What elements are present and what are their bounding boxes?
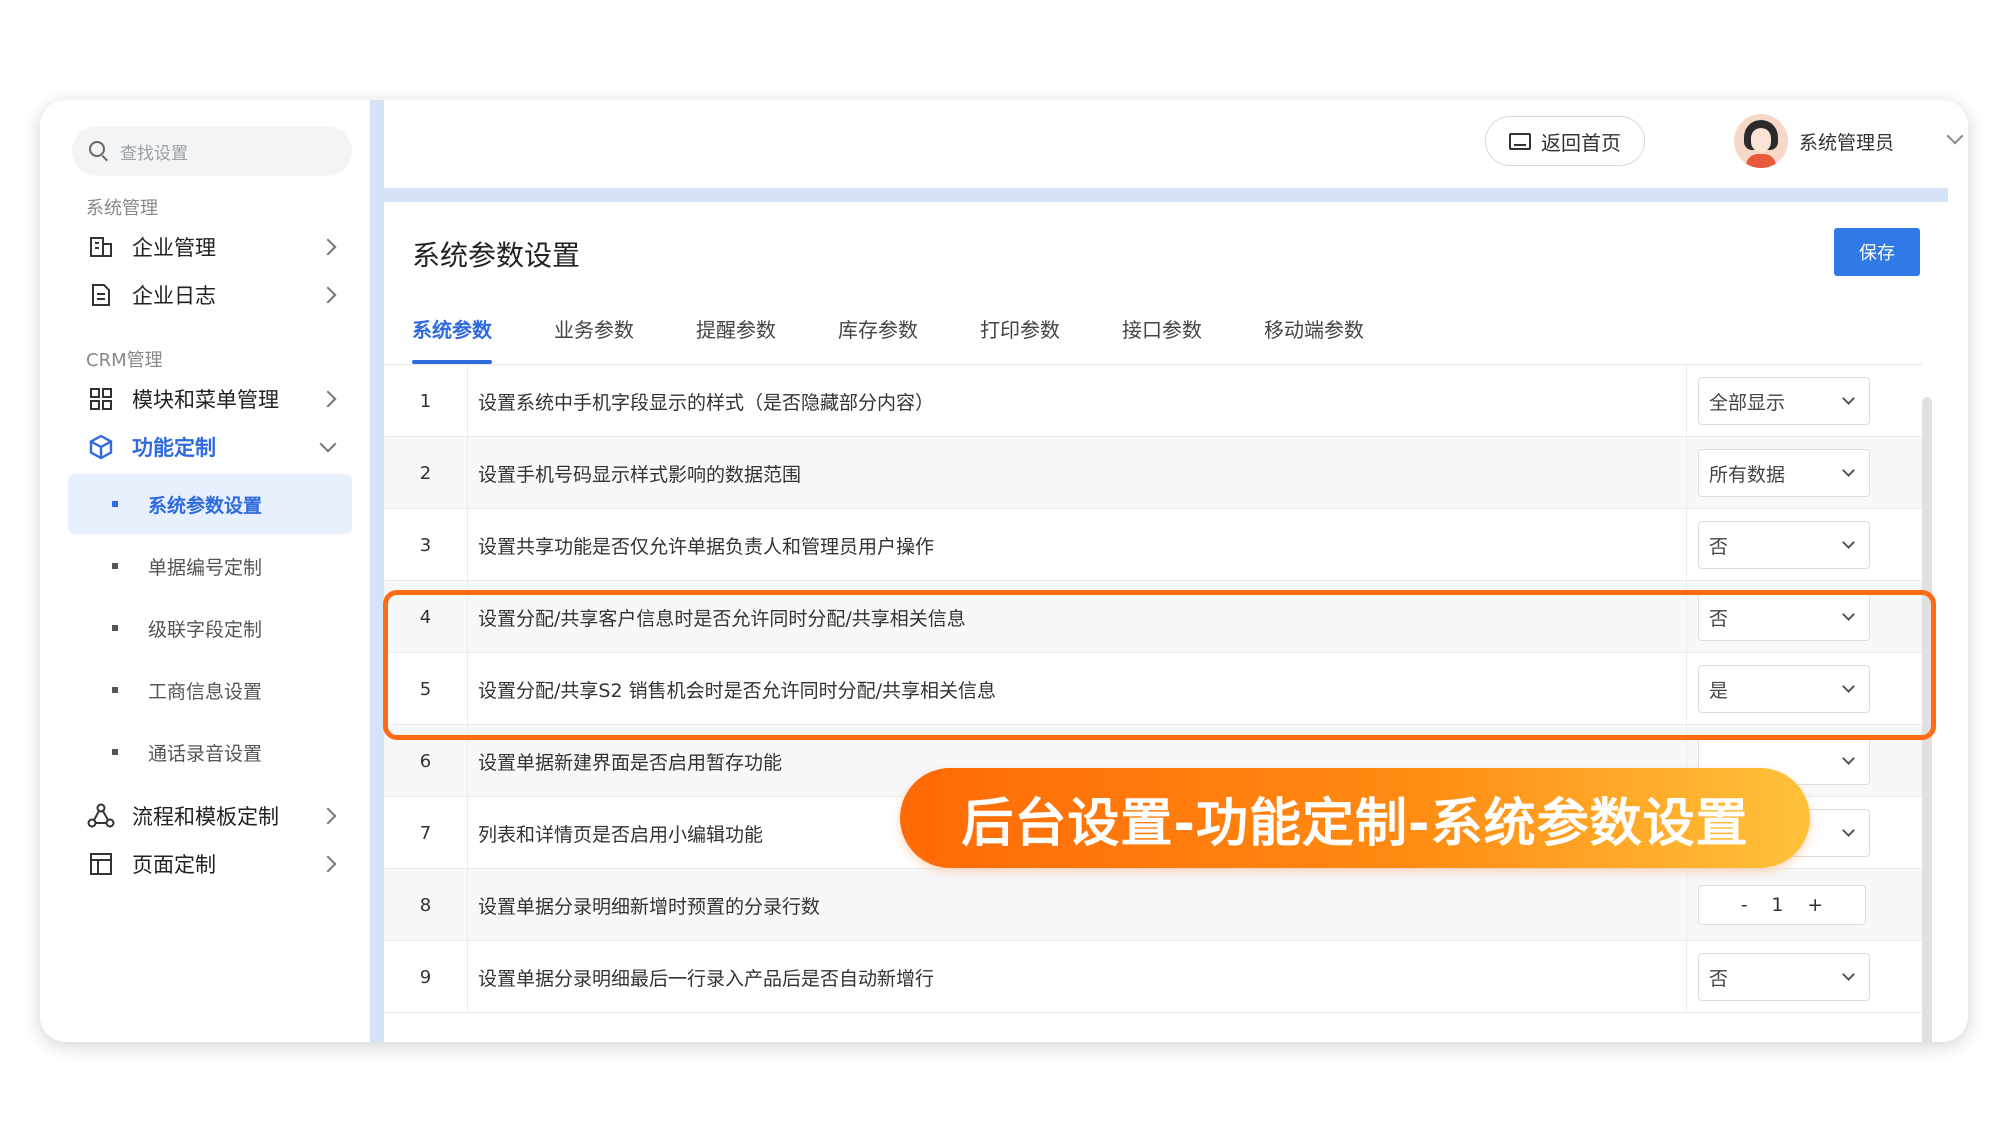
chevron-right-icon — [319, 807, 337, 825]
sidebar-divider — [370, 100, 384, 1042]
sidebar-subitem-doc-number[interactable]: 单据编号定制 — [68, 536, 352, 596]
param-select[interactable]: 否 — [1698, 521, 1870, 569]
chevron-right-icon — [319, 390, 337, 408]
document-icon — [86, 280, 116, 310]
search-placeholder: 查找设置 — [120, 143, 188, 164]
sidebar-subitem-business-info[interactable]: 工商信息设置 — [68, 660, 352, 720]
cube-icon — [86, 432, 116, 462]
chevron-down-icon — [319, 435, 337, 453]
sidebar-subitem-label: 工商信息设置 — [148, 680, 263, 703]
search-icon — [88, 140, 110, 162]
grid-icon — [86, 384, 116, 414]
sidebar-subitem-label: 通话录音设置 — [148, 742, 263, 765]
row-description: 设置手机号码显示样式影响的数据范围 — [478, 463, 802, 486]
caption-banner: 后台设置-功能定制-系统参数设置 — [900, 768, 1810, 868]
bullet-icon — [112, 563, 118, 569]
quantity-stepper[interactable]: - 1 + — [1698, 885, 1866, 925]
sidebar-item-flow-template[interactable]: 流程和模板定制 — [86, 794, 342, 838]
stepper-minus-button[interactable]: - — [1741, 894, 1748, 916]
row-number: 9 — [384, 941, 468, 1013]
save-button[interactable]: 保存 — [1834, 228, 1920, 276]
sidebar-item-page-custom[interactable]: 页面定制 — [86, 842, 342, 886]
chevron-down-icon — [1842, 824, 1855, 837]
sidebar-item-enterprise[interactable]: 企业管理 — [86, 225, 342, 269]
chevron-down-icon — [1842, 968, 1855, 981]
bullet-icon — [112, 501, 118, 507]
sidebar-item-label: 企业日志 — [132, 284, 216, 308]
flow-icon — [86, 801, 116, 831]
sidebar-subitem-label: 系统参数设置 — [148, 494, 263, 517]
stepper-plus-button[interactable]: + — [1807, 894, 1823, 916]
bullet-icon — [112, 749, 118, 755]
row-description: 设置系统中手机字段显示的样式（是否隐藏部分内容） — [478, 391, 935, 414]
tab-reminder-params[interactable]: 提醒参数 — [696, 310, 776, 364]
tab-bar: 系统参数 业务参数 提醒参数 库存参数 打印参数 接口参数 移动端参数 — [412, 310, 1426, 364]
table-row: 3 设置共享功能是否仅允许单据负责人和管理员用户操作 否 — [384, 509, 1924, 581]
back-home-label: 返回首页 — [1541, 130, 1621, 155]
sidebar-item-label: 页面定制 — [132, 853, 216, 877]
search-input[interactable]: 查找设置 — [72, 126, 352, 176]
tab-mobile-params[interactable]: 移动端参数 — [1264, 310, 1364, 364]
chevron-down-icon — [1842, 536, 1855, 549]
avatar[interactable] — [1734, 114, 1788, 168]
row-number: 2 — [384, 437, 468, 509]
row-description: 设置单据分录明细新增时预置的分录行数 — [478, 895, 821, 918]
chevron-down-icon — [1842, 392, 1855, 405]
row-number: 1 — [384, 365, 468, 437]
sidebar-item-modules-menu[interactable]: 模块和菜单管理 — [86, 377, 342, 421]
row-number: 3 — [384, 509, 468, 581]
tab-interface-params[interactable]: 接口参数 — [1122, 310, 1202, 364]
row-description: 设置共享功能是否仅允许单据负责人和管理员用户操作 — [478, 535, 935, 558]
chevron-right-icon — [319, 286, 337, 304]
param-select[interactable]: 所有数据 — [1698, 449, 1870, 497]
sidebar-item-feature-custom[interactable]: 功能定制 — [86, 425, 342, 469]
table-row: 9 设置单据分录明细最后一行录入产品后是否自动新增行 否 — [384, 941, 1924, 1013]
row-description: 列表和详情页是否启用小编辑功能 — [478, 823, 764, 846]
header-separator — [384, 188, 1948, 202]
sidebar-item-label: 企业管理 — [132, 236, 216, 260]
table-row: 2 设置手机号码显示样式影响的数据范围 所有数据 — [384, 437, 1924, 509]
sidebar-item-enterprise-log[interactable]: 企业日志 — [86, 273, 342, 317]
sidebar-subitem-system-params[interactable]: 系统参数设置 — [68, 474, 352, 534]
group-label-crm: CRM管理 — [86, 350, 163, 371]
row-description: 设置单据分录明细最后一行录入产品后是否自动新增行 — [478, 967, 935, 990]
page-title: 系统参数设置 — [412, 239, 581, 272]
bullet-icon — [112, 625, 118, 631]
table-row: 1 设置系统中手机字段显示的样式（是否隐藏部分内容） 全部显示 — [384, 365, 1924, 437]
highlight-frame — [383, 590, 1936, 740]
table-row: 8 设置单据分录明细新增时预置的分录行数 - 1 + — [384, 869, 1924, 941]
sidebar-subitem-label: 单据编号定制 — [148, 556, 263, 579]
sidebar-item-label: 模块和菜单管理 — [132, 388, 279, 412]
row-number: 7 — [384, 797, 468, 869]
top-header: 返回首页 系统管理员 — [384, 100, 1964, 188]
sidebar: 查找设置 系统管理 企业管理 企业日志 CRM管理 模块和菜单管理 功能定制 系… — [40, 100, 370, 1042]
bullet-icon — [112, 687, 118, 693]
param-select[interactable]: 全部显示 — [1698, 377, 1870, 425]
chevron-down-icon[interactable] — [1946, 127, 1964, 145]
chevron-right-icon — [319, 855, 337, 873]
tab-business-params[interactable]: 业务参数 — [554, 310, 634, 364]
tab-inventory-params[interactable]: 库存参数 — [838, 310, 918, 364]
building-icon — [86, 232, 116, 262]
row-number: 8 — [384, 869, 468, 941]
sidebar-item-label: 功能定制 — [132, 436, 216, 460]
param-select[interactable]: 否 — [1698, 953, 1870, 1001]
chevron-down-icon — [1842, 464, 1855, 477]
stepper-value[interactable]: 1 — [1771, 894, 1783, 916]
tab-system-params[interactable]: 系统参数 — [412, 310, 492, 364]
layout-icon — [86, 849, 116, 879]
tab-print-params[interactable]: 打印参数 — [980, 310, 1060, 364]
sidebar-subitem-label: 级联字段定制 — [148, 618, 263, 641]
user-name[interactable]: 系统管理员 — [1799, 128, 1894, 155]
sidebar-subitem-cascade-field[interactable]: 级联字段定制 — [68, 598, 352, 658]
app-window: 查找设置 系统管理 企业管理 企业日志 CRM管理 模块和菜单管理 功能定制 系… — [40, 100, 1968, 1042]
back-home-button[interactable]: 返回首页 — [1485, 116, 1645, 166]
sidebar-subitem-call-recording[interactable]: 通话录音设置 — [68, 722, 352, 782]
chevron-down-icon — [1842, 752, 1855, 765]
sidebar-item-label: 流程和模板定制 — [132, 805, 279, 829]
group-label-system: 系统管理 — [86, 198, 158, 219]
monitor-icon — [1509, 132, 1531, 150]
chevron-right-icon — [319, 238, 337, 256]
